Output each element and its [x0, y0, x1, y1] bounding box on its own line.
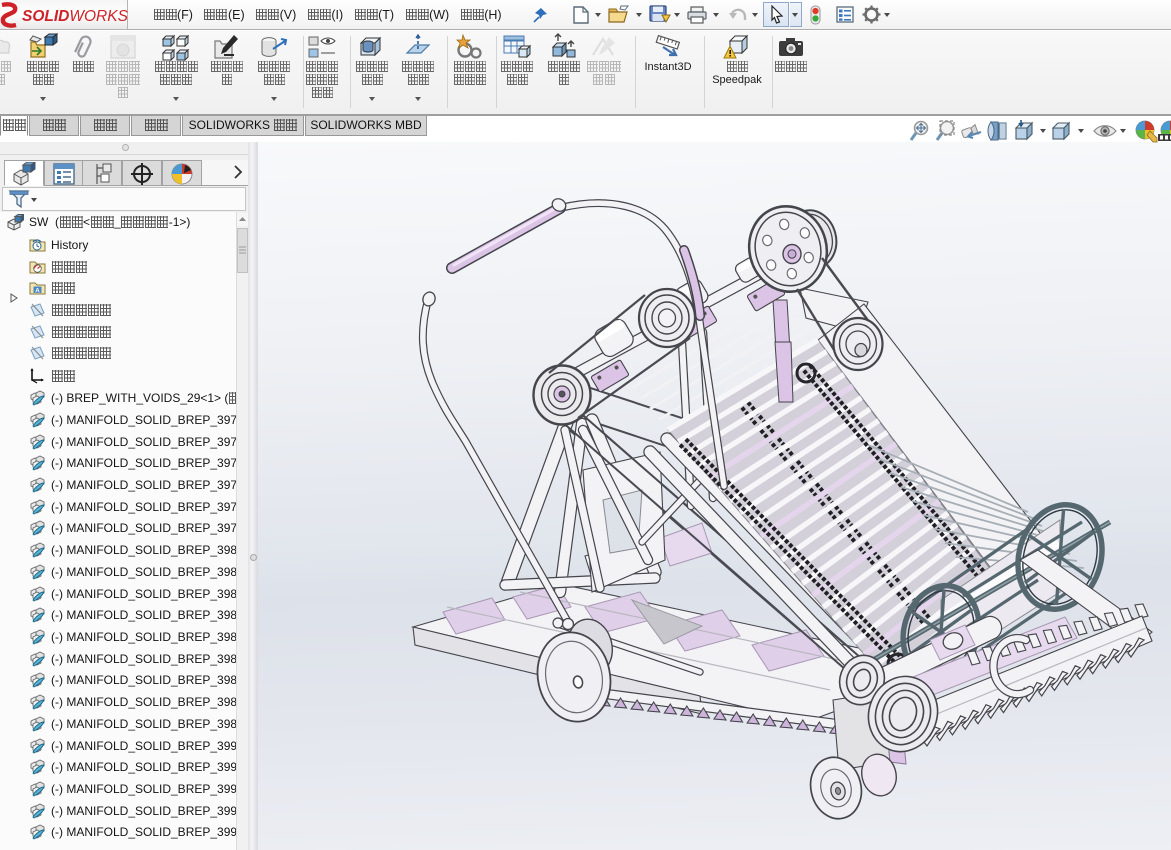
svg-text:SOLIDWORKS: SOLIDWORKS [22, 8, 129, 25]
svg-text:A: A [35, 287, 40, 294]
